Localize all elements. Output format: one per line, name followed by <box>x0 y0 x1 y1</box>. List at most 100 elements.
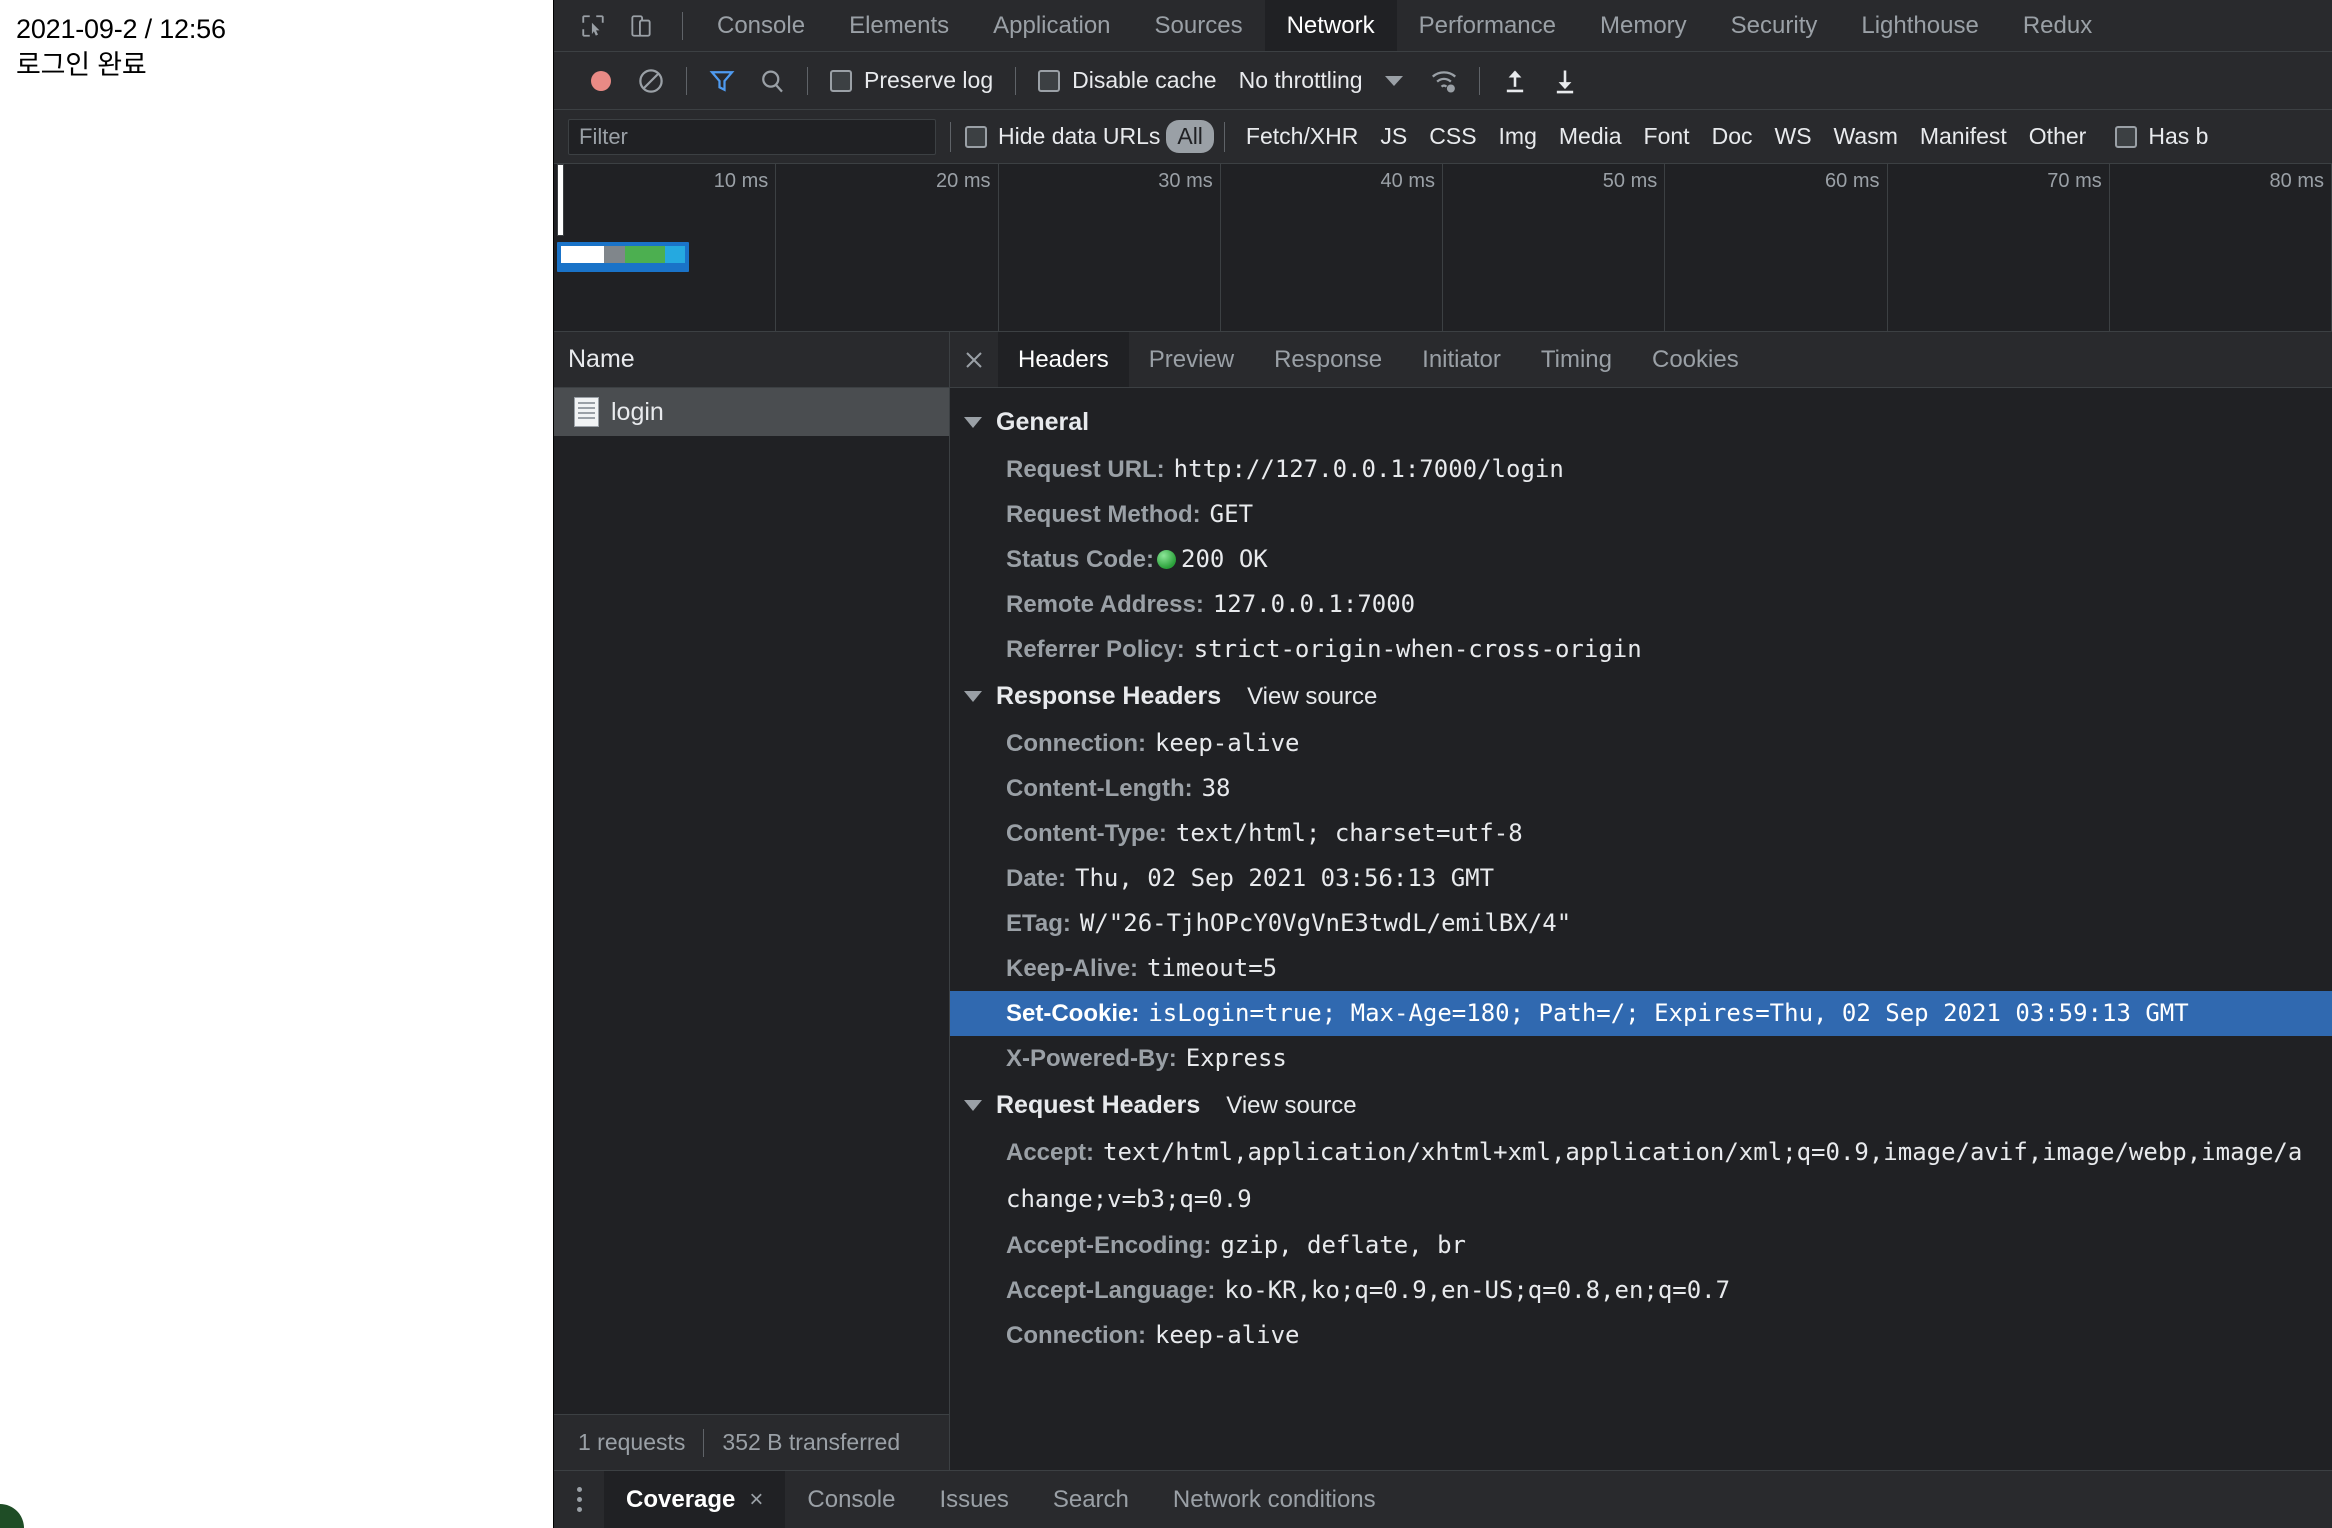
header-name: Request Method: <box>1006 501 1201 528</box>
view-source-link[interactable]: View source <box>1247 683 1377 711</box>
drawer-tab-network-conditions[interactable]: Network conditions <box>1151 1471 1398 1528</box>
header-row[interactable]: Accept: text/html,application/xhtml+xml,a… <box>950 1130 2332 1175</box>
disable-cache-control[interactable]: Disable cache <box>1026 67 1228 94</box>
request-list-body: login <box>554 388 949 1414</box>
drawer-tab-issues[interactable]: Issues <box>917 1471 1030 1528</box>
timeline-cell: 80 ms <box>2110 164 2332 331</box>
section-header[interactable]: Response Headers View source <box>950 672 2332 721</box>
search-button[interactable] <box>747 58 797 104</box>
devtools-tool-buttons <box>554 0 670 51</box>
section-header[interactable]: Request Headers View source <box>950 1081 2332 1130</box>
type-filter-divider <box>1223 121 1225 152</box>
triangle-down-icon[interactable] <box>964 417 982 428</box>
header-row[interactable]: Remote Address: 127.0.0.1:7000 <box>950 582 2332 627</box>
preserve-log-checkbox[interactable] <box>830 69 852 92</box>
header-row[interactable]: Status Code: 200 OK <box>950 537 2332 582</box>
main-tab-lighthouse[interactable]: Lighthouse <box>1839 0 2000 51</box>
main-tab-console[interactable]: Console <box>695 0 827 51</box>
close-details-button[interactable] <box>950 332 998 387</box>
drawer-more-button[interactable] <box>554 1471 604 1528</box>
request-details-panel: Headers Preview Response Initiator Timing Coo… <box>950 332 2332 1470</box>
filter-input[interactable]: Filter <box>568 118 936 155</box>
drawer-tab-close-icon[interactable]: × <box>749 1486 763 1514</box>
preserve-log-control[interactable]: Preserve log <box>818 67 1005 94</box>
type-filter-ws[interactable]: WS <box>1763 120 1822 153</box>
import-har-button[interactable] <box>1490 58 1540 104</box>
decorative-corner <box>0 1504 24 1528</box>
main-tab-security[interactable]: Security <box>1709 0 1840 51</box>
header-row[interactable]: Content-Length: 38 <box>950 766 2332 811</box>
type-filter-doc[interactable]: Doc <box>1701 120 1764 153</box>
type-filter-css[interactable]: CSS <box>1418 120 1487 153</box>
main-tab-elements[interactable]: Elements <box>827 0 971 51</box>
toggle-device-toolbar-button[interactable] <box>620 5 662 47</box>
status-requests-count: 1 requests <box>578 1429 686 1455</box>
triangle-down-icon[interactable] <box>964 1100 982 1111</box>
request-list-header[interactable]: Name <box>554 332 949 388</box>
record-button[interactable] <box>576 58 626 104</box>
type-filter-js[interactable]: JS <box>1369 120 1418 153</box>
header-row[interactable]: Accept-Language: ko-KR,ko;q=0.9,en-US;q=0… <box>950 1268 2332 1313</box>
header-row[interactable]: Content-Type: text/html; charset=utf-8 <box>950 811 2332 856</box>
triangle-down-icon[interactable] <box>964 691 982 702</box>
header-row[interactable]: Request Method: GET <box>950 492 2332 537</box>
throttling-select[interactable]: No throttling <box>1229 67 1363 94</box>
type-filter-media[interactable]: Media <box>1548 120 1633 153</box>
details-tab-timing[interactable]: Timing <box>1521 332 1632 387</box>
inspect-cursor-icon <box>582 14 604 37</box>
type-filter-all[interactable]: All <box>1166 120 1214 153</box>
upload-arrow-icon <box>1506 70 1523 92</box>
details-tab-preview[interactable]: Preview <box>1129 332 1254 387</box>
hide-data-urls-control[interactable]: Hide data URLs <box>965 123 1166 150</box>
main-tab-sources[interactable]: Sources <box>1133 0 1265 51</box>
type-filter-fetch-xhr[interactable]: Fetch/XHR <box>1235 120 1369 153</box>
drawer-tab-search[interactable]: Search <box>1031 1471 1151 1528</box>
main-tab-application[interactable]: Application <box>971 0 1132 51</box>
header-row[interactable]: Set-Cookie: isLogin=true; Max-Age=180; Pa… <box>950 991 2332 1036</box>
type-filter-wasm[interactable]: Wasm <box>1823 120 1909 153</box>
header-row[interactable]: Connection: keep-alive <box>950 1313 2332 1358</box>
header-row[interactable]: X-Powered-By: Express <box>950 1036 2332 1081</box>
details-tab-cookies[interactable]: Cookies <box>1632 332 1759 387</box>
export-har-button[interactable] <box>1540 58 1590 104</box>
drawer-tab-coverage[interactable]: Coverage × <box>604 1471 786 1528</box>
details-tab-initiator[interactable]: Initiator <box>1402 332 1521 387</box>
header-row[interactable]: Connection: keep-alive <box>950 721 2332 766</box>
inspect-element-button[interactable] <box>572 5 614 47</box>
preserve-log-label: Preserve log <box>864 67 994 93</box>
drawer-tab-console[interactable]: Console <box>785 1471 917 1528</box>
header-name: Remote Address: <box>1006 591 1204 618</box>
network-overview-timeline[interactable]: 10 ms 20 ms 30 ms 40 ms 50 ms 60 ms 70 ms 80 ms <box>554 164 2332 332</box>
page-timestamp: 2021-09-2 / 12:56 <box>16 14 226 44</box>
type-filter-img[interactable]: Img <box>1488 120 1548 153</box>
has-blocked-cookies-control[interactable]: Has b <box>2097 123 2208 150</box>
details-tab-headers[interactable]: Headers <box>998 332 1129 387</box>
header-row[interactable]: Date: Thu, 02 Sep 2021 03:56:13 GMT <box>950 856 2332 901</box>
main-tab-memory[interactable]: Memory <box>1578 0 1709 51</box>
type-filter-manifest[interactable]: Manifest <box>1909 120 2018 153</box>
main-tab-performance[interactable]: Performance <box>1397 0 1578 51</box>
network-status-bar: 1 requests 352 B transferred <box>554 1414 949 1470</box>
header-row[interactable]: Accept-Encoding: gzip, deflate, br <box>950 1223 2332 1268</box>
filter-toggle-button[interactable] <box>697 58 747 104</box>
header-row[interactable]: ETag: W/"26-TjhOPcY0VgVnE3twdL/emilBX/4" <box>950 901 2332 946</box>
header-row[interactable]: Referrer Policy: strict-origin-when-cross… <box>950 627 2332 672</box>
clear-button[interactable] <box>626 58 676 104</box>
timeline-left-handle[interactable] <box>557 164 564 236</box>
chevron-down-icon[interactable] <box>1384 75 1403 86</box>
disable-cache-checkbox[interactable] <box>1038 69 1061 92</box>
has-blocked-cookies-checkbox[interactable] <box>2115 125 2138 148</box>
main-tab-redux[interactable]: Redux <box>2001 0 2114 51</box>
network-conditions-button[interactable] <box>1419 58 1469 104</box>
section-header[interactable]: General <box>950 398 2332 447</box>
hide-data-urls-checkbox[interactable] <box>965 125 987 148</box>
main-tab-network[interactable]: Network <box>1264 0 1397 51</box>
header-row[interactable]: Request URL: http://127.0.0.1:7000/login <box>950 447 2332 492</box>
header-name: Referrer Policy: <box>1006 636 1185 663</box>
details-tab-response[interactable]: Response <box>1254 332 1402 387</box>
header-row[interactable]: Keep-Alive: timeout=5 <box>950 946 2332 991</box>
type-filter-font[interactable]: Font <box>1633 120 1701 153</box>
view-source-link[interactable]: View source <box>1226 1092 1356 1120</box>
request-row[interactable]: login <box>554 388 949 436</box>
type-filter-other[interactable]: Other <box>2018 120 2098 153</box>
